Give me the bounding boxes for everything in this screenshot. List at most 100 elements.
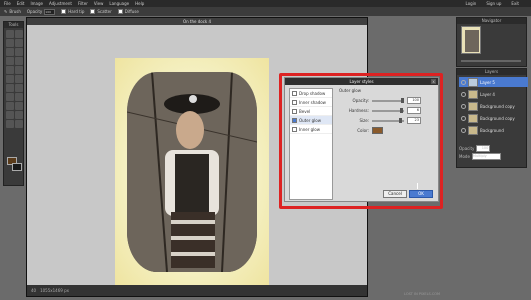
layer-opacity-row: Opacity 100	[459, 145, 491, 152]
size-slider[interactable]	[372, 117, 404, 123]
hard-tip-option[interactable]: Hard tip	[61, 9, 84, 14]
bevel-checkbox[interactable]	[292, 108, 297, 114]
pirate-boy-photo	[127, 72, 257, 272]
lasso-tool-icon[interactable]	[6, 39, 14, 47]
scatter-checkbox[interactable]	[90, 9, 96, 14]
layer-label: Layer 5	[480, 79, 495, 85]
brush-option[interactable]: ✎ Brush	[4, 9, 21, 14]
opacity-slider[interactable]	[372, 97, 404, 103]
visibility-icon[interactable]	[461, 115, 466, 121]
hardness-slider[interactable]	[372, 107, 404, 113]
bloat-tool-icon[interactable]	[6, 102, 14, 110]
clone-tool-icon[interactable]	[6, 75, 14, 83]
marquee-tool-icon[interactable]	[15, 30, 23, 38]
gradient-tool-icon[interactable]	[15, 66, 23, 74]
text-tool-icon[interactable]	[6, 111, 14, 119]
crop-tool-icon[interactable]	[6, 48, 14, 56]
drop-shadow-checkbox[interactable]	[292, 90, 297, 96]
zoom-tool-icon[interactable]	[6, 120, 14, 128]
sponge-tool-icon[interactable]	[6, 84, 14, 92]
menu-adjustment[interactable]: Adjustment	[49, 1, 78, 6]
visibility-icon[interactable]	[461, 127, 466, 133]
menu-image[interactable]: Image	[30, 1, 49, 6]
brush-label: Brush	[9, 9, 21, 14]
opacity-option[interactable]: Opacity 100	[26, 8, 56, 15]
exit-link[interactable]: Exit	[511, 1, 525, 6]
move-tool-icon[interactable]	[6, 30, 14, 38]
fill-tool-icon[interactable]	[6, 66, 14, 74]
diffuse-option[interactable]: Diffuse	[117, 9, 139, 14]
spot-heal-tool-icon[interactable]	[15, 93, 23, 101]
navigator-panel: Navigator	[456, 17, 527, 67]
menu-help[interactable]: Help	[135, 1, 150, 6]
diffuse-label: Diffuse	[124, 9, 139, 14]
menu-view[interactable]: View	[94, 1, 110, 6]
zoom-value[interactable]: 40	[31, 288, 36, 293]
scatter-option[interactable]: Scatter	[90, 9, 112, 14]
style-bevel[interactable]: Bevel	[290, 107, 332, 116]
brush-tool-icon[interactable]	[6, 57, 14, 65]
layer-thumbnail	[468, 113, 478, 123]
hard-tip-checkbox[interactable]	[61, 9, 67, 14]
layer-row[interactable]: Background	[459, 125, 528, 135]
background-color-swatch[interactable]	[12, 163, 22, 171]
inner-shadow-checkbox[interactable]	[292, 99, 297, 105]
glow-color-swatch[interactable]	[372, 127, 383, 134]
layer-row[interactable]: Background copy	[459, 101, 528, 111]
blur-tool-icon[interactable]	[15, 75, 23, 83]
visibility-icon[interactable]	[461, 103, 466, 109]
style-list: Drop shadow Inner shadow Bevel Outer glo…	[289, 88, 333, 200]
layer-label: Background copy	[480, 115, 515, 121]
opacity-value[interactable]: 100	[44, 8, 56, 15]
options-bar: ✎ Brush Opacity 100 Hard tip Scatter Diffu…	[0, 7, 531, 16]
inner-glow-checkbox[interactable]	[292, 126, 297, 132]
redeye-tool-icon[interactable]	[6, 93, 14, 101]
hardness-row: Hardness: 6	[345, 107, 421, 114]
close-icon[interactable]: x	[431, 79, 436, 84]
dodge-tool-icon[interactable]	[15, 84, 23, 92]
status-text: LOST IN PIXELS.COM	[404, 292, 441, 296]
signup-link[interactable]: Sign up	[486, 1, 507, 6]
layer-mode-select[interactable]: Multiply	[471, 153, 501, 160]
style-outer-glow[interactable]: Outer glow	[290, 116, 332, 125]
menu-filter[interactable]: Filter	[78, 1, 94, 6]
zoom-slider[interactable]	[461, 60, 521, 62]
document-footer: 40 1055x1469 px	[27, 285, 367, 296]
layer-label: Background	[480, 127, 504, 133]
wand-tool-icon[interactable]	[15, 39, 23, 47]
layer-row[interactable]: Layer 4	[459, 89, 528, 99]
size-input[interactable]: 23	[407, 117, 421, 124]
layer-row[interactable]: Layer 5	[459, 77, 528, 87]
picker-tool-icon[interactable]	[15, 120, 23, 128]
visibility-icon[interactable]	[461, 79, 466, 85]
opacity-thumb[interactable]	[401, 97, 404, 103]
size-thumb[interactable]	[399, 117, 402, 123]
diffuse-checkbox[interactable]	[117, 9, 123, 14]
menu-language[interactable]: Language	[109, 1, 135, 6]
cancel-button[interactable]: Cancel	[383, 190, 407, 198]
ok-button[interactable]: OK	[409, 190, 433, 198]
login-link[interactable]: Login	[466, 1, 483, 6]
opacity-label: Opacity	[26, 9, 43, 14]
tool-grid	[4, 28, 23, 130]
hardness-thumb[interactable]	[400, 107, 403, 113]
menu-edit[interactable]: Edit	[17, 1, 31, 6]
hardness-input[interactable]: 6	[407, 107, 421, 114]
layer-opacity-input[interactable]: 100	[476, 145, 491, 152]
navigator-thumbnail[interactable]	[461, 26, 481, 54]
eraser-tool-icon[interactable]	[15, 57, 23, 65]
dialog-title: Layer styles	[285, 78, 438, 85]
layer-row[interactable]: Background copy	[459, 113, 528, 123]
hard-tip-label: Hard tip	[68, 9, 85, 14]
pinch-tool-icon[interactable]	[15, 102, 23, 110]
style-inner-glow[interactable]: Inner glow	[290, 125, 332, 134]
size-row: Size: 23	[345, 117, 421, 124]
hand-tool-icon[interactable]	[15, 111, 23, 119]
visibility-icon[interactable]	[461, 91, 466, 97]
outer-glow-checkbox[interactable]	[292, 117, 297, 123]
menu-file[interactable]: File	[0, 1, 17, 6]
pencil-tool-icon[interactable]	[15, 48, 23, 56]
style-inner-shadow[interactable]: Inner shadow	[290, 98, 332, 107]
style-drop-shadow[interactable]: Drop shadow	[290, 89, 332, 98]
opacity-input[interactable]: 100	[407, 97, 421, 104]
